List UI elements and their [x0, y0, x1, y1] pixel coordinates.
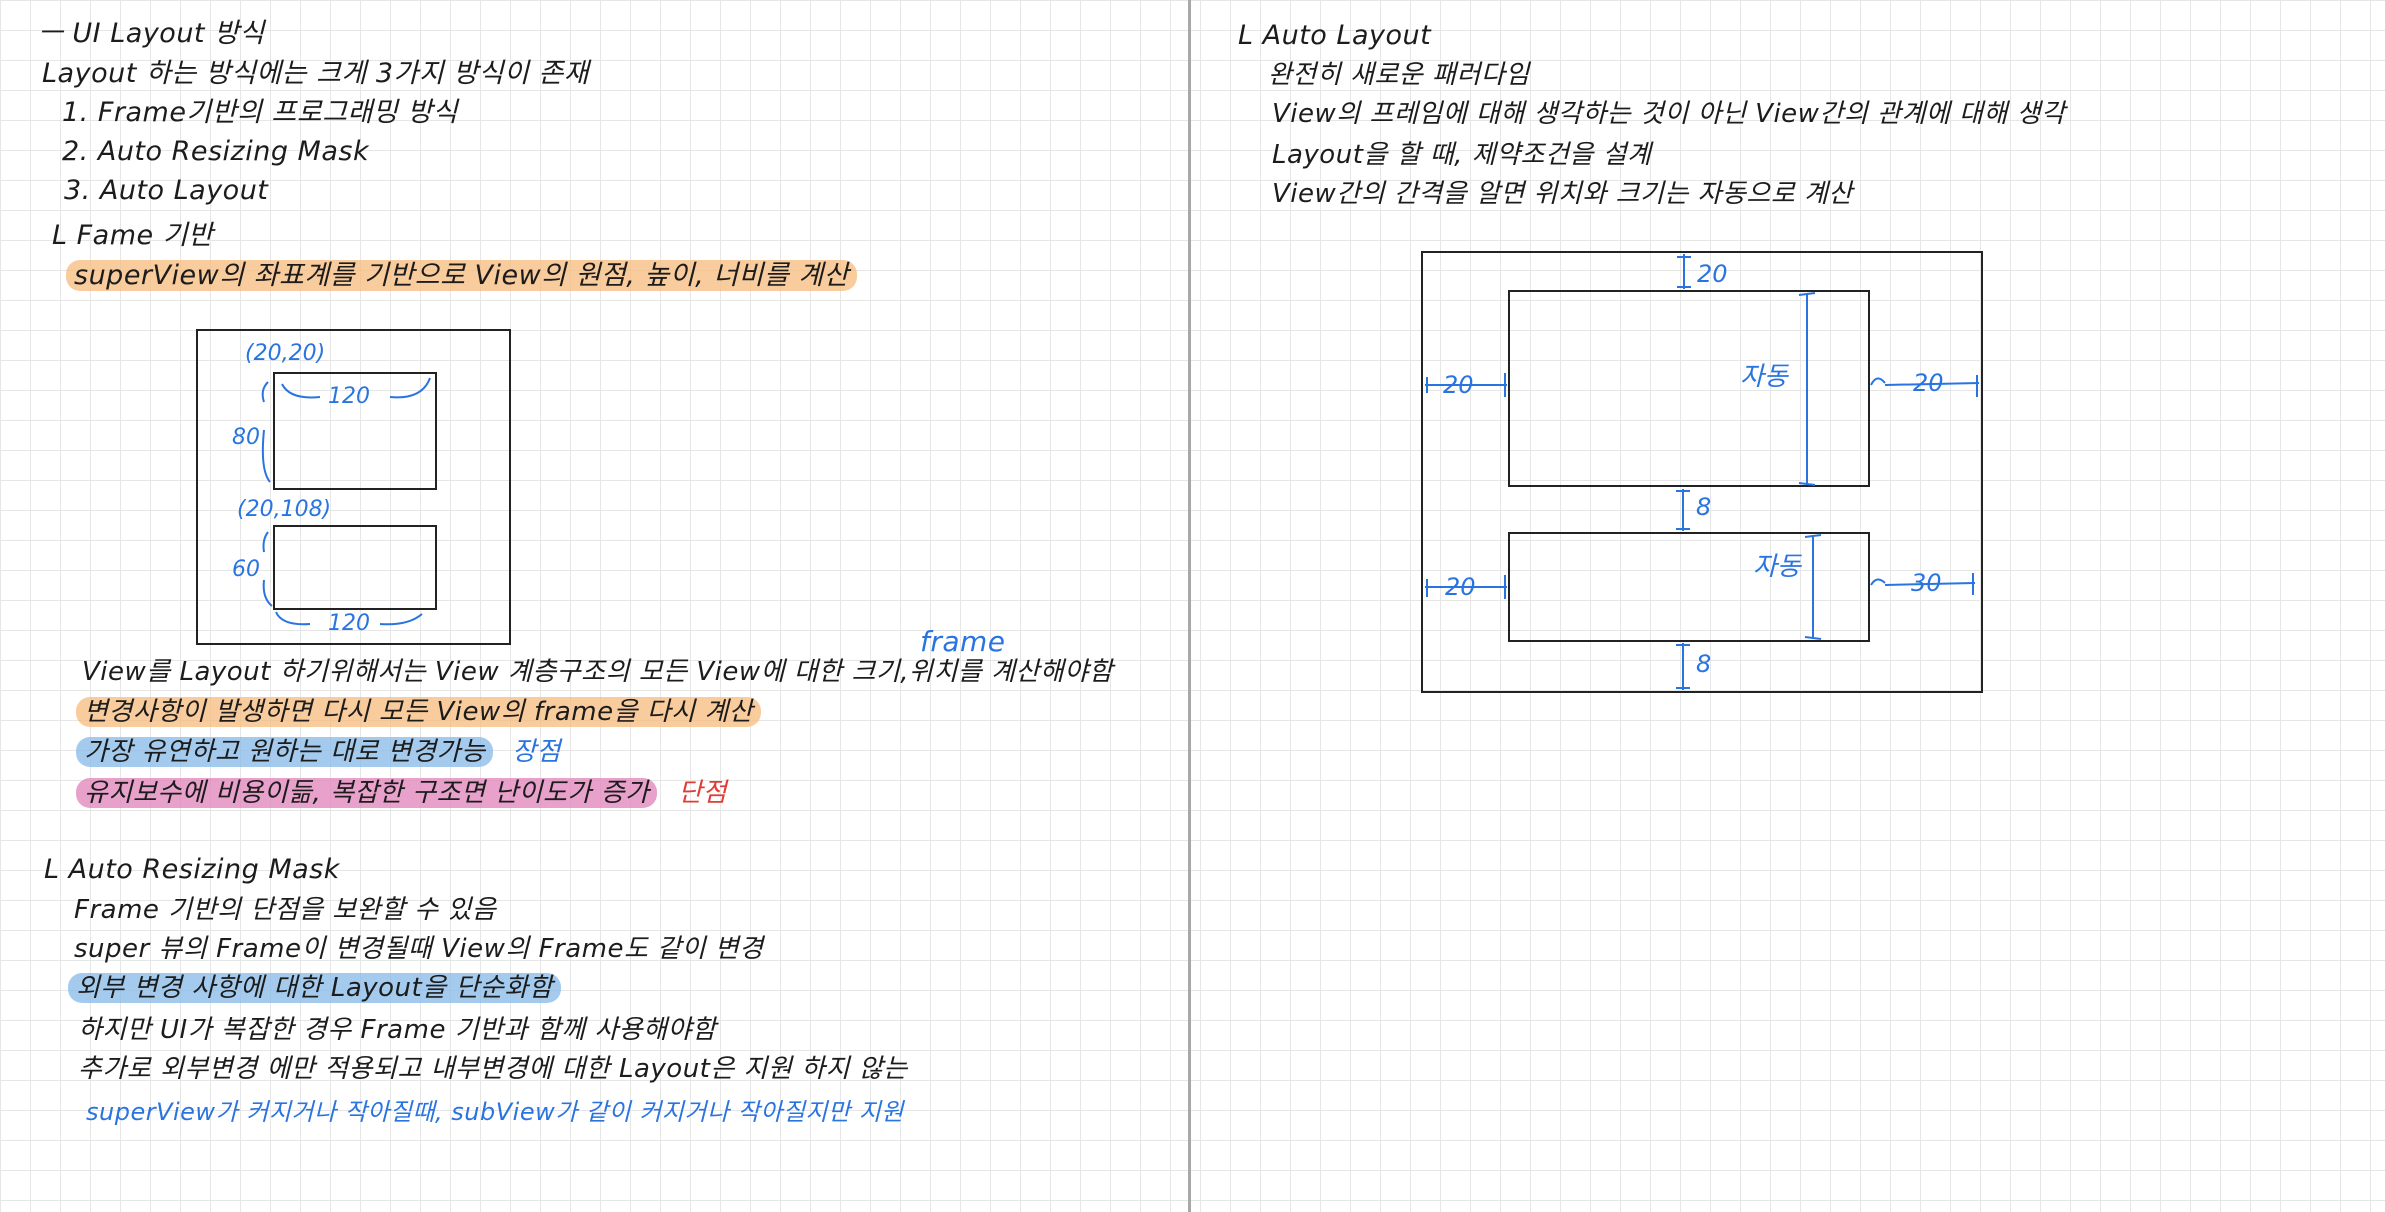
height-label-2: 60: [232, 557, 260, 582]
section-title: ㅡ UI Layout 방식: [38, 18, 265, 49]
subview-box-1: [1508, 290, 1870, 487]
autolayout-heading: L Auto Layout: [1238, 20, 1432, 51]
autolayout-line: View간의 간격을 알면 위치와 크기는 자동으로 계산: [1272, 179, 1853, 209]
right-gap-label-2: 30: [1911, 569, 1942, 597]
width-bracket-1b: [389, 377, 431, 399]
top-gap-label: 20: [1697, 260, 1728, 288]
frame-pro: 가장 유연하고 원하는 대로 변경가능 장점: [76, 734, 561, 770]
intro-text: Layout 하는 방식에는 크게 3가지 방식이 존재: [42, 58, 590, 89]
frame-note-2-highlight: 변경사항이 발생하면 다시 모든 View의 frame을 다시 계산: [76, 697, 762, 727]
page-divider: [1188, 0, 1191, 1212]
superview-box: [1421, 251, 1983, 693]
method-item: 2. Auto Resizing Mask: [62, 136, 370, 167]
origin-label-2: (20,108): [237, 497, 331, 522]
method-item: 3. Auto Layout: [64, 175, 269, 206]
width-bracket-2b: [379, 613, 423, 626]
bottom-gap-label: 8: [1696, 650, 1711, 678]
method-item: 1. Frame기반의 프로그래밍 방식: [62, 97, 458, 128]
frame-note-1-text: View를 Layout 하기위해서는 View 계층구조의 모든 View에 …: [82, 657, 1114, 687]
autolayout-diagram: 20 20 20 자동 8 20 30 자동 8: [1421, 251, 1983, 693]
autolayout-line: 완전히 새로운 패러다임: [1268, 60, 1530, 90]
subview-box-2: [273, 525, 437, 610]
autoresizing-line: Frame 기반의 단점을 보완할 수 있음: [74, 895, 497, 925]
frame-con-text: 유지보수에 비용이듦, 복잡한 구조면 난이도가 증가: [76, 778, 658, 808]
autoresizing-line: 추가로 외부변경 에만 적용되고 내부변경에 대한 Layout은 지원 하지 …: [78, 1051, 908, 1087]
right-gap-label-1: 20: [1913, 369, 1944, 397]
autoresizing-heading: L Auto Resizing Mask: [44, 854, 340, 885]
width-bracket-2a: [275, 611, 311, 626]
frame-description: superView의 좌표계를 기반으로 View의 원점, 높이, 너비를 계…: [66, 258, 858, 294]
frame-note-2: 변경사항이 발생하면 다시 모든 View의 frame을 다시 계산: [76, 694, 762, 730]
autoresizing-line-text: 추가로 외부변경 에만 적용되고 내부변경에 대한 Layout은 지원 하지 …: [78, 1054, 908, 1084]
frame-con: 유지보수에 비용이듦, 복잡한 구조면 난이도가 증가 단점: [76, 775, 727, 811]
autoresizing-line: super 뷰의 Frame이 변경될때 View의 Frame도 같이 변경: [74, 934, 764, 964]
frame-note-1: View를 Layout 하기위해서는 View 계층구조의 모든 View에 …: [82, 654, 1113, 690]
frame-heading: L Fame 기반: [52, 220, 214, 251]
auto-size-label-2: 자동: [1753, 552, 1803, 582]
width-label-2: 120: [328, 611, 370, 636]
autolayout-line: Layout을 할 때, 제약조건을 설계: [1272, 140, 1652, 170]
height-bracket-2a: [262, 531, 269, 553]
autoresizing-line: 외부 변경 사항에 대한 Layout을 단순화함: [68, 970, 562, 1006]
autoresizing-line: 하지만 UI가 복잡한 경우 Frame 기반과 함께 사용해야함: [78, 1012, 716, 1048]
frame-pro-label: 장점: [512, 737, 561, 767]
height-bracket-2b: [262, 579, 273, 607]
frame-pro-text: 가장 유연하고 원하는 대로 변경가능: [76, 737, 494, 767]
frame-description-highlight: superView의 좌표계를 기반으로 View의 원점, 높이, 너비를 계…: [66, 260, 858, 291]
superview-box: [196, 329, 511, 645]
frame-con-label: 단점: [678, 778, 728, 808]
height-label-1: 80: [232, 425, 260, 450]
height-bracket-1b: [261, 429, 271, 483]
middle-gap-label: 8: [1696, 493, 1711, 521]
width-label-1: 120: [328, 384, 370, 409]
left-gap-label-2: 20: [1445, 573, 1476, 601]
height-bracket-1a: [261, 381, 269, 403]
origin-label-1: (20,20): [245, 341, 325, 366]
left-gap-label-1: 20: [1443, 371, 1474, 399]
subview-box-2: [1508, 532, 1870, 642]
frame-diagram: (20,20) 120 80 (20,108) 60 120: [196, 329, 511, 645]
autoresizing-blue-note: superView가 커지거나 작아질때, subView가 같이 커지거나 작…: [86, 1098, 904, 1126]
width-bracket-1: [281, 383, 321, 399]
autoresizing-line-highlight: 외부 변경 사항에 대한 Layout을 단순화함: [68, 973, 562, 1003]
autoresizing-line-text: 하지만 UI가 복잡한 경우 Frame 기반과 함께 사용해야함: [78, 1015, 717, 1045]
autolayout-line: View의 프레임에 대해 생각하는 것이 아닌 View간의 관계에 대해 생…: [1272, 99, 2066, 129]
auto-size-label-1: 자동: [1740, 362, 1790, 392]
